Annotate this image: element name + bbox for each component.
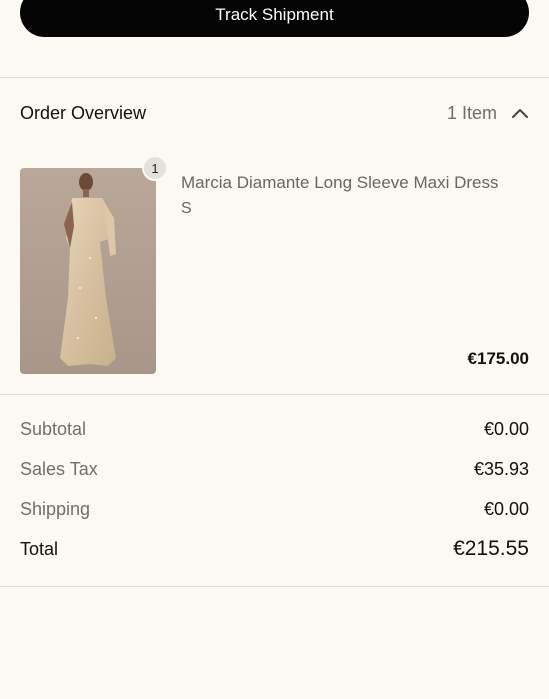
total-row: Total €215.55 <box>20 537 529 561</box>
order-overview-title: Order Overview <box>20 102 147 123</box>
divider <box>0 394 549 395</box>
subtotal-row: Subtotal €0.00 <box>20 419 529 440</box>
item-count: 1 Item <box>446 102 497 123</box>
sales-tax-row: Sales Tax €35.93 <box>20 459 529 480</box>
subtotal-value: €0.00 <box>483 419 529 439</box>
chevron-up-icon[interactable] <box>511 107 529 119</box>
sales-tax-label: Sales Tax <box>20 459 98 479</box>
shipping-value: €0.00 <box>483 499 529 519</box>
sales-tax-value: €35.93 <box>473 459 529 479</box>
divider <box>0 77 549 78</box>
divider <box>0 586 549 587</box>
total-label: Total <box>20 538 59 559</box>
product-variant: S <box>181 200 192 217</box>
order-overview-toggle[interactable]: Order Overview 1 Item <box>20 100 529 126</box>
shipping-label: Shipping <box>20 499 91 519</box>
product-price: €175.00 <box>467 349 529 368</box>
product-image[interactable] <box>20 168 156 374</box>
order-overview-meta: 1 Item <box>447 103 529 124</box>
shipping-row: Shipping €0.00 <box>20 499 529 520</box>
subtotal-label: Subtotal <box>20 419 87 439</box>
quantity-badge: 1 <box>142 155 168 181</box>
total-value: €215.55 <box>453 537 529 560</box>
product-name[interactable]: Marcia Diamante Long Sleeve Maxi Dress <box>181 173 529 193</box>
track-shipment-button[interactable]: Track Shipment <box>20 0 529 37</box>
